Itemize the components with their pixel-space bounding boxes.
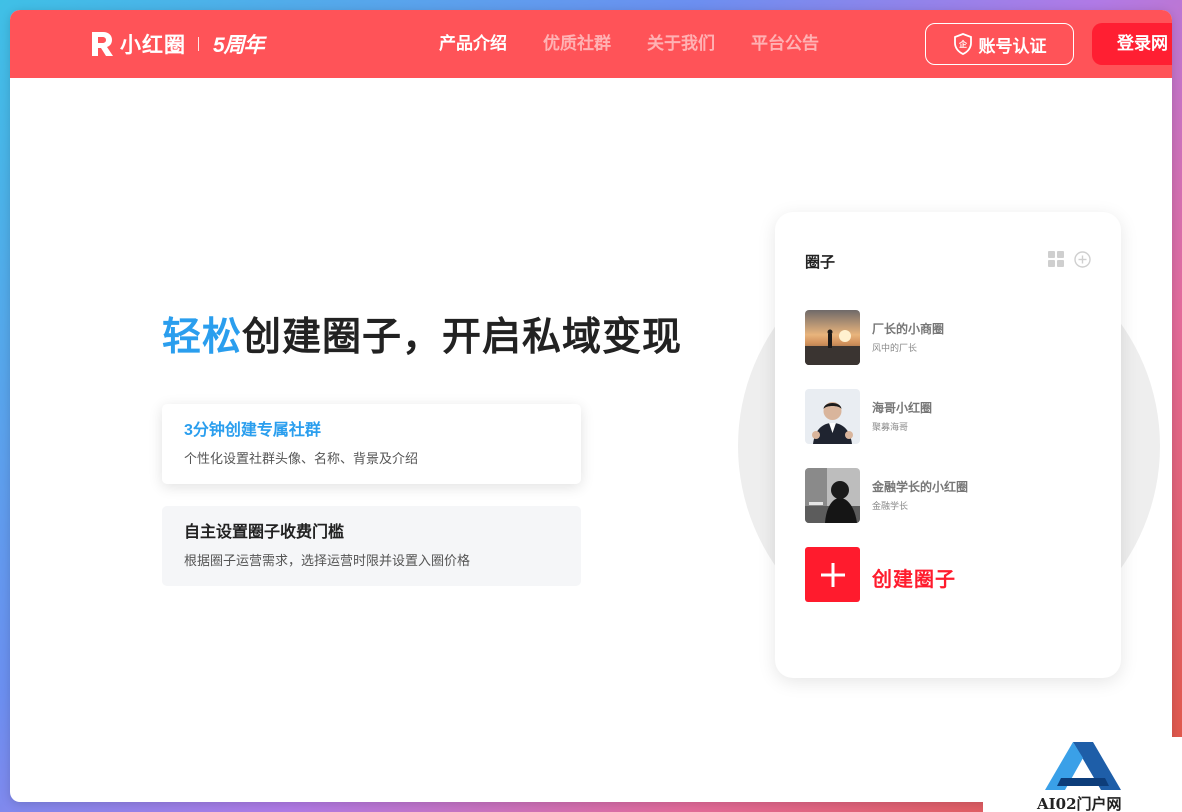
- logo-r-icon: [90, 31, 114, 57]
- circles-mockup-card: 圈子 厂长的小商圈 风中的厂长 海哥小红圈 聚募海哥 金融学长的小红圈 金融学长…: [775, 212, 1121, 678]
- account-cert-label: 账号认证: [978, 36, 1047, 56]
- circle-owner: 风中的厂长: [872, 343, 918, 353]
- create-circle-button[interactable]: 创建圈子: [805, 547, 1005, 603]
- nav-item-announcements[interactable]: 平台公告: [751, 32, 819, 56]
- feature-title: 3分钟创建专属社群: [184, 422, 321, 439]
- feature-desc: 根据圈子运营需求，选择运营时限并设置入圈价格: [184, 553, 471, 568]
- circle-avatar: [805, 468, 860, 523]
- mockup-title: 圈子: [805, 254, 836, 271]
- hero-headline: 轻松创建圈子，开启私域变现: [162, 306, 682, 362]
- grid-icon[interactable]: [1048, 251, 1064, 267]
- circle-name: 金融学长的小红圈: [872, 480, 969, 494]
- shield-icon: 企: [953, 33, 972, 55]
- create-circle-label: 创建圈子: [872, 569, 956, 591]
- feature-card-pricing[interactable]: 自主设置圈子收费门槛 根据圈子运营需求，选择运营时限并设置入圈价格: [162, 506, 581, 586]
- circle-avatar: [805, 310, 860, 365]
- nav-item-product[interactable]: 产品介绍: [439, 32, 507, 56]
- circle-list-item[interactable]: 海哥小红圈 聚募海哥: [805, 389, 1095, 445]
- headline-rest: 创建圈子，开启私域变现: [242, 316, 683, 359]
- circle-owner: 金融学长: [872, 501, 909, 511]
- watermark-logo-icon: [1045, 742, 1121, 790]
- circle-list-item[interactable]: 厂长的小商圈 风中的厂长: [805, 310, 1095, 366]
- circle-name: 海哥小红圈: [872, 401, 933, 415]
- feature-title: 自主设置圈子收费门槛: [184, 524, 345, 541]
- brand-name: 小红圈: [120, 34, 186, 57]
- circle-name: 厂长的小商圈: [872, 322, 945, 336]
- feature-card-create[interactable]: 3分钟创建专属社群 个性化设置社群头像、名称、背景及介绍: [162, 404, 581, 484]
- circle-avatar: [805, 389, 860, 444]
- circle-owner: 聚募海哥: [872, 422, 909, 432]
- add-circle-icon[interactable]: [1074, 251, 1091, 268]
- main-nav: 产品介绍 优质社群 关于我们 平台公告: [439, 32, 855, 56]
- brand-logo[interactable]: 小红圈 5周年: [90, 28, 265, 60]
- logo-divider: [198, 37, 199, 51]
- headline-highlight: 轻松: [162, 316, 243, 359]
- nav-item-about[interactable]: 关于我们: [647, 32, 715, 56]
- browser-window: 小红圈 5周年 产品介绍 优质社群 关于我们 平台公告 企 账号认证 登录网 轻…: [10, 10, 1172, 802]
- feature-desc: 个性化设置社群头像、名称、背景及介绍: [184, 451, 419, 466]
- login-button[interactable]: 登录网: [1092, 23, 1172, 65]
- nav-item-communities[interactable]: 优质社群: [543, 32, 611, 56]
- top-navbar: 小红圈 5周年 产品介绍 优质社群 关于我们 平台公告 企 账号认证 登录网: [10, 10, 1172, 78]
- watermark-text: AI02门户网: [1037, 795, 1122, 812]
- site-watermark: AI02门户网: [983, 737, 1182, 812]
- plus-icon: [805, 547, 860, 602]
- svg-text:企: 企: [958, 39, 968, 49]
- circle-list-item[interactable]: 金融学长的小红圈 金融学长: [805, 468, 1095, 524]
- account-cert-button[interactable]: 企 账号认证: [925, 23, 1074, 65]
- anniversary-badge: 5周年: [213, 34, 265, 57]
